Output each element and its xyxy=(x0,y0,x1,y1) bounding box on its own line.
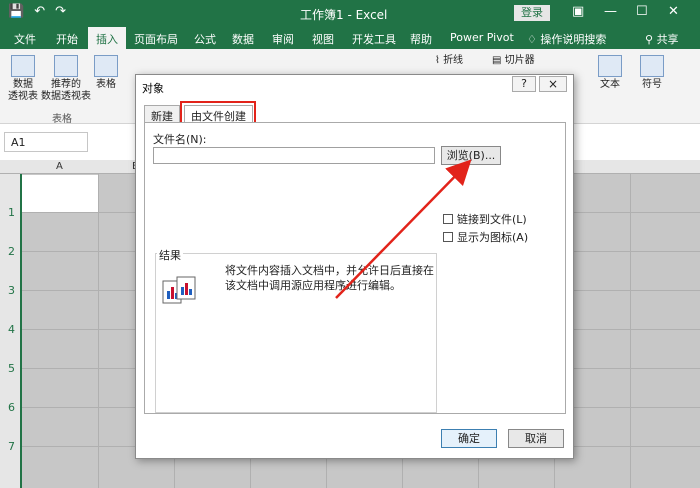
from-file-panel: 文件名(N): 浏览(B)... 链接到文件(L) 显示为图标(A) 结果 将文… xyxy=(144,122,566,414)
quick-access-toolbar: 💾 ↶ ↷ xyxy=(8,4,66,19)
save-icon[interactable]: 💾 xyxy=(8,4,24,19)
table-icon xyxy=(94,55,118,77)
text-label: 文本 xyxy=(600,79,620,90)
group-label-tables: 表格 xyxy=(52,114,72,125)
tab-data[interactable]: 数据 xyxy=(232,31,254,47)
tab-insert[interactable]: 插入 xyxy=(88,27,126,49)
display-as-icon-checkbox[interactable] xyxy=(443,232,453,242)
pivot-table-button[interactable]: 数据 透视表 xyxy=(8,55,38,103)
result-description: 将文件内容插入文档中，并允许日后直接在该文档中调用源应用程序进行编辑。 xyxy=(225,264,434,292)
dialog-title: 对象 xyxy=(142,82,164,95)
tell-me-label: 操作说明搜索 xyxy=(540,33,607,46)
row-header[interactable]: 4 xyxy=(8,323,15,336)
embedded-document-icon xyxy=(162,276,196,304)
row-headers: 1 2 3 4 5 6 7 xyxy=(0,174,22,488)
ribbon-display-icon[interactable]: ▣ xyxy=(572,4,584,19)
dialog-close-button[interactable]: × xyxy=(539,76,567,92)
row-header[interactable]: 7 xyxy=(8,440,15,453)
row-header[interactable]: 1 xyxy=(8,206,15,219)
display-as-icon-row[interactable]: 显示为图标(A) xyxy=(443,229,528,245)
line-icon: ⌇ xyxy=(435,55,444,66)
text-button[interactable]: 文本 xyxy=(598,55,622,91)
close-icon[interactable]: ✕ xyxy=(668,4,679,19)
cell-a1[interactable] xyxy=(22,175,98,212)
share-label: 共享 xyxy=(656,33,679,46)
tab-help[interactable]: 帮助 xyxy=(410,31,432,47)
tab-view[interactable]: 视图 xyxy=(312,31,334,47)
filename-input[interactable] xyxy=(153,147,435,164)
ok-button[interactable]: 确定 xyxy=(441,429,497,448)
slicer-label: 切片器 xyxy=(504,55,535,66)
ribbon-tabs: 文件 开始 插入 页面布局 公式 数据 审阅 视图 开发工具 帮助 Power … xyxy=(0,27,700,49)
result-label: 结果 xyxy=(157,247,183,263)
redo-icon[interactable]: ↷ xyxy=(55,4,66,19)
lightbulb-icon: ♢ xyxy=(527,33,541,46)
link-to-file-checkbox[interactable] xyxy=(443,214,453,224)
sparkline-line-button[interactable]: ⌇ 折线 xyxy=(435,55,485,67)
person-icon: ⚲ xyxy=(645,33,657,46)
tab-review[interactable]: 审阅 xyxy=(272,31,294,47)
tab-developer[interactable]: 开发工具 xyxy=(352,31,396,47)
help-button[interactable]: ? xyxy=(512,76,536,92)
undo-icon[interactable]: ↶ xyxy=(34,4,45,19)
browse-button[interactable]: 浏览(B)... xyxy=(441,146,501,165)
tab-file[interactable]: 文件 xyxy=(14,31,36,47)
recommended-pivot-icon xyxy=(54,55,78,77)
symbol-label: 符号 xyxy=(642,79,662,90)
gridline xyxy=(98,174,99,488)
object-dialog: 对象 ? × 新建 由文件创建 文件名(N): 浏览(B)... 链接到文件(L… xyxy=(135,74,574,459)
window-title: 工作簿1 - Excel xyxy=(300,8,388,22)
text-icon xyxy=(598,55,622,77)
name-box[interactable]: A1 xyxy=(4,132,88,152)
maximize-icon[interactable]: ☐ xyxy=(636,4,648,19)
minimize-icon[interactable]: — xyxy=(604,4,617,19)
tell-me-search[interactable]: ♢ 操作说明搜索 xyxy=(527,31,606,47)
login-button[interactable]: 登录 xyxy=(514,5,550,21)
recommended-pivot-label: 推荐的 数据透视表 xyxy=(41,79,91,102)
tab-create-new[interactable]: 新建 xyxy=(144,105,180,123)
row-header[interactable]: 2 xyxy=(8,245,15,258)
symbol-button[interactable]: 符号 xyxy=(640,55,664,91)
omega-icon xyxy=(640,55,664,77)
gridline xyxy=(630,174,631,488)
pivot-table-icon xyxy=(11,55,35,77)
link-to-file-label: 链接到文件(L) xyxy=(457,213,527,226)
display-as-icon-label: 显示为图标(A) xyxy=(457,231,529,244)
row-header[interactable]: 3 xyxy=(8,284,15,297)
tab-home[interactable]: 开始 xyxy=(56,31,78,47)
slicer-icon: ▤ xyxy=(492,55,505,66)
pivot-table-label: 数据 透视表 xyxy=(8,79,38,102)
table-label: 表格 xyxy=(96,79,116,90)
title-bar: 💾 ↶ ↷ 工作簿1 - Excel 登录 ▣ — ☐ ✕ xyxy=(0,0,700,27)
table-button[interactable]: 表格 xyxy=(94,55,118,91)
filename-label: 文件名(N): xyxy=(153,133,207,146)
tab-page-layout[interactable]: 页面布局 xyxy=(134,31,178,47)
tab-formulas[interactable]: 公式 xyxy=(194,31,216,47)
tab-power-pivot[interactable]: Power Pivot xyxy=(450,31,514,44)
slicer-button[interactable]: ▤ 切片器 xyxy=(492,55,552,67)
column-header-a[interactable]: A xyxy=(56,161,63,172)
recommended-pivot-button[interactable]: 推荐的 数据透视表 xyxy=(40,55,92,103)
row-header[interactable]: 6 xyxy=(8,401,15,414)
link-to-file-row[interactable]: 链接到文件(L) xyxy=(443,211,527,227)
row-header[interactable]: 5 xyxy=(8,362,15,375)
line-label: 折线 xyxy=(443,55,464,66)
cancel-button[interactable]: 取消 xyxy=(508,429,564,448)
share-button[interactable]: ⚲ 共享 xyxy=(645,31,679,47)
